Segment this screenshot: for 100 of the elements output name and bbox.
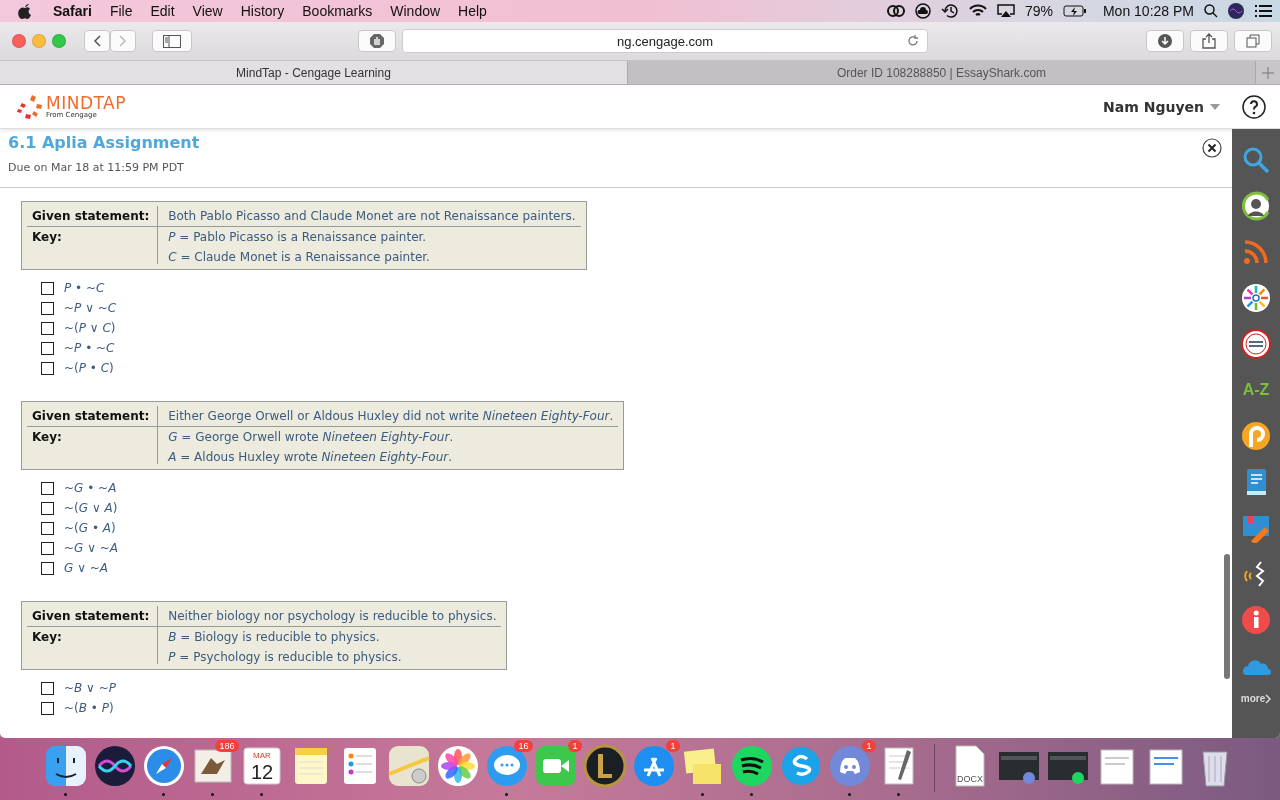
- menu-item[interactable]: Help: [449, 3, 496, 19]
- airplay-icon[interactable]: [996, 4, 1015, 18]
- running-indicator: [701, 793, 704, 796]
- statement-label: Given statement:: [27, 606, 159, 627]
- app-menu[interactable]: Safari: [44, 3, 101, 19]
- running-indicator: [64, 793, 67, 796]
- notification-badge: 186: [215, 740, 239, 752]
- more-button[interactable]: more: [1240, 693, 1272, 704]
- siri-icon[interactable]: [1228, 3, 1244, 19]
- statement-label: Given statement:: [27, 406, 159, 427]
- checkbox[interactable]: [41, 681, 54, 695]
- statement-text: Either George Orwell or Aldous Huxley did not write Nineteen Eighty-Four.: [168, 409, 614, 423]
- browser-tab[interactable]: MindTap - Cengage Learning: [0, 61, 628, 84]
- running-indicator: [260, 793, 263, 796]
- running-indicator: [848, 793, 851, 796]
- option-formula: ~(P • C): [64, 361, 114, 375]
- option-formula: ~G ∨ ~A: [64, 541, 119, 555]
- emblem-icon[interactable]: [582, 744, 627, 788]
- option-formula: ~(G ∨ A): [64, 501, 118, 515]
- logo-mark-icon: [16, 94, 42, 119]
- checkbox[interactable]: [41, 501, 54, 515]
- key-label: Key:: [27, 427, 159, 464]
- game-controller-icon[interactable]: [827, 744, 872, 788]
- downloads-button[interactable]: [1146, 30, 1184, 52]
- address-bar[interactable]: ng.cengage.com: [402, 29, 928, 53]
- user-name[interactable]: Nam Nguyen: [1103, 98, 1204, 115]
- running-indicator: [211, 793, 214, 796]
- notification-badge: 16: [514, 740, 533, 752]
- logo-text: MINDTAP: [46, 94, 126, 112]
- compass-icon[interactable]: [141, 744, 186, 788]
- hand-icon: [369, 33, 385, 49]
- checkbox[interactable]: [41, 341, 54, 355]
- menu-item[interactable]: View: [183, 3, 232, 19]
- checkbox[interactable]: [41, 481, 54, 495]
- sidebar-button[interactable]: [152, 30, 192, 52]
- extension-button[interactable]: [358, 30, 396, 52]
- running-indicator: [505, 793, 508, 796]
- back-button[interactable]: [84, 30, 110, 52]
- assignment-title: 6.1 Aplia Assignment: [8, 133, 200, 152]
- map-icon[interactable]: [386, 744, 431, 788]
- checkbox[interactable]: [41, 321, 54, 335]
- option-formula: ~(G • A): [64, 521, 116, 535]
- option-formula: P • ~C: [64, 281, 105, 295]
- battery-icon[interactable]: [1062, 5, 1087, 17]
- checkbox[interactable]: [41, 561, 54, 575]
- battery-percent: 79%: [1024, 3, 1053, 19]
- running-indicator: [162, 793, 165, 796]
- flower-icon[interactable]: [435, 744, 480, 788]
- close-icon[interactable]: [1202, 138, 1222, 158]
- search-icon[interactable]: [1204, 4, 1218, 18]
- finder-face-icon[interactable]: [43, 744, 88, 788]
- sound-bars-icon[interactable]: [729, 744, 774, 788]
- option-formula: ~(P ∨ C): [64, 321, 116, 335]
- apple-icon[interactable]: [18, 3, 32, 19]
- option-formula: ~(B • P): [64, 701, 114, 715]
- reload-icon[interactable]: [907, 35, 919, 47]
- menu-item[interactable]: Edit: [141, 3, 184, 19]
- key-definition: C = Claude Monet is a Renaissance painter.: [168, 250, 431, 264]
- key-definition: A = Aldous Huxley wrote Nineteen Eighty-Four.: [168, 450, 454, 464]
- browser-tab[interactable]: Order ID 108288850 | EssayShark.com: [628, 61, 1256, 84]
- share-icon: [1202, 33, 1216, 49]
- chevron-left-icon: [93, 35, 101, 47]
- option-formula: G ∨ ~A: [64, 561, 108, 575]
- cloud-sync-icon[interactable]: [886, 4, 905, 18]
- notification-badge: 1: [862, 740, 876, 752]
- key-label: Key:: [27, 627, 159, 664]
- app-store-icon[interactable]: [631, 744, 676, 788]
- checkbox[interactable]: [41, 281, 54, 295]
- notification-badge: 1: [568, 740, 582, 752]
- wifi-icon[interactable]: [968, 4, 987, 18]
- key-definition: P = Pablo Picasso is a Renaissance painter.: [168, 230, 428, 244]
- checkbox[interactable]: [41, 701, 54, 715]
- close-button[interactable]: [12, 34, 26, 48]
- menu-item[interactable]: File: [100, 3, 142, 19]
- due-date: Due on Mar 18 at 11:59 PM PDT: [8, 161, 184, 174]
- key-definition: P = Psychology is reducible to physics.: [168, 650, 403, 664]
- menu-item[interactable]: Window: [381, 3, 450, 19]
- share-button[interactable]: [1190, 30, 1228, 52]
- checkbox[interactable]: [41, 361, 54, 375]
- statement-text: Neither biology nor psychology is reducible to physics.: [168, 609, 497, 623]
- cloud-icon[interactable]: [914, 3, 931, 19]
- sidebar-icon: [163, 34, 181, 48]
- video-camera-icon[interactable]: [533, 744, 578, 788]
- option-formula: ~P • ~C: [64, 341, 115, 355]
- clock-history-icon[interactable]: [940, 3, 959, 19]
- menu-item[interactable]: History: [231, 3, 294, 19]
- chat-bubble-icon[interactable]: [484, 744, 529, 788]
- siri-orb-icon[interactable]: [92, 744, 137, 788]
- option-formula: ~B ∨ ~P: [64, 681, 116, 695]
- checkbox[interactable]: [41, 301, 54, 315]
- menu-item[interactable]: Bookmarks: [293, 3, 382, 19]
- list-icon[interactable]: [1254, 4, 1272, 18]
- caret-icon[interactable]: [1210, 103, 1220, 110]
- clock[interactable]: Mon 10:28 PM: [1102, 3, 1194, 19]
- key-definition: B = Biology is reducible to physics.: [168, 630, 381, 644]
- help-icon[interactable]: [1242, 94, 1266, 119]
- checkbox[interactable]: [41, 541, 54, 555]
- checkbox[interactable]: [41, 521, 54, 535]
- scrollbar-thumb[interactable]: [1224, 554, 1230, 679]
- running-indicator: [750, 793, 753, 796]
